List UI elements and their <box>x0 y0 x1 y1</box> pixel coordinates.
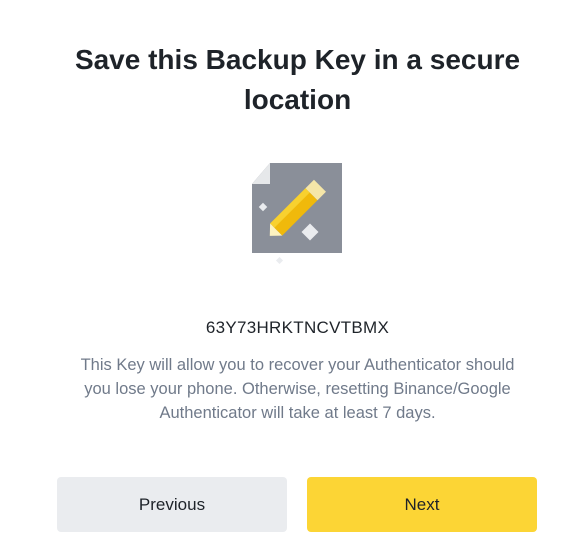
paper-pencil-icon <box>248 160 346 268</box>
description-line-2: you lose your phone. Otherwise, resettin… <box>84 380 511 398</box>
page-title: Save this Backup Key in a secure locatio… <box>0 40 575 120</box>
title-line-2: location <box>243 84 352 115</box>
title-line-1: Save this Backup Key in a secure <box>74 44 521 75</box>
backup-key-description: This Key will allow you to recover your … <box>50 353 545 425</box>
description-line-1: This Key will allow you to recover your … <box>80 356 515 374</box>
previous-button[interactable]: Previous <box>57 477 287 532</box>
backup-key-dialog: Save this Backup Key in a secure locatio… <box>0 0 575 544</box>
backup-key-value: 63Y73HRKTNCVTBMX <box>205 318 390 337</box>
description-line-3: Authenticator will take at least 7 days. <box>159 404 436 422</box>
next-button[interactable]: Next <box>307 477 537 532</box>
